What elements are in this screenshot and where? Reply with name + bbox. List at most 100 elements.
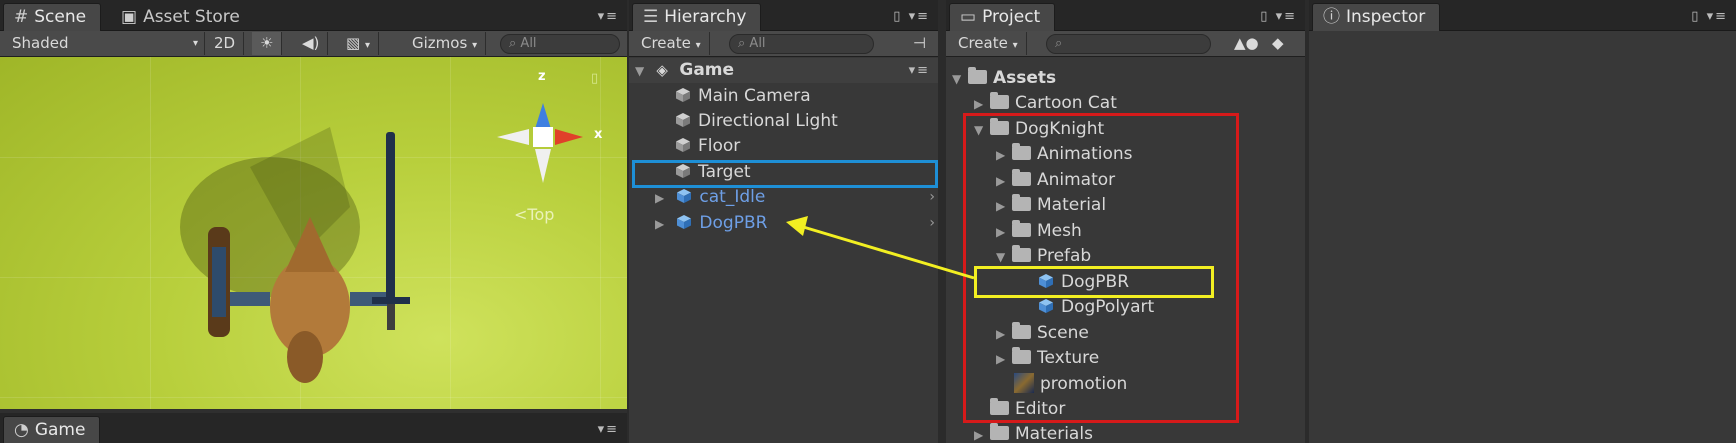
inspector-panel: ⓘ Inspector ▯ ▾≡ xyxy=(1309,0,1736,443)
search-icon: ⌕ xyxy=(738,36,746,51)
z-axis-label: z xyxy=(538,69,546,84)
project-tabbar: ▭ Project ▯ ▾≡ xyxy=(946,0,1305,31)
hierarchy-options-icon: ⊣ xyxy=(912,34,926,52)
shading-mode-dropdown[interactable]: Shaded ▾ xyxy=(4,32,205,55)
character-tail xyxy=(287,331,323,383)
gizmos-dropdown[interactable]: Gizmos ▾ xyxy=(404,32,487,55)
image-icon: ▧ xyxy=(346,34,361,52)
chevron-right-icon[interactable]: › xyxy=(929,185,935,210)
shield-band xyxy=(212,247,226,317)
hierarchy-toolbar: Create ▾ ⌕ All ⊣ xyxy=(629,31,938,57)
hierarchy-item-floor[interactable]: Floor xyxy=(675,134,740,159)
hierarchy-panel: ☰ Hierarchy ▯ ▾≡ Create ▾ ⌕ All ⊣ ▼ ◈ Gam… xyxy=(629,0,938,443)
scene-tabbar: # Scene ▣ Asset Store ▾≡ xyxy=(0,0,627,31)
neg-x-axis-cone[interactable] xyxy=(497,129,529,145)
create-dropdown[interactable]: Create ▾ xyxy=(950,32,1027,55)
scene-panel: # Scene ▣ Asset Store ▾≡ Shaded ▾ 2D ☀ ◀) … xyxy=(0,0,627,443)
panel-menu-icon[interactable]: ▾≡ xyxy=(598,422,619,437)
scene-viewport[interactable]: z x ▯ <Top xyxy=(0,57,627,409)
z-axis-cone[interactable] xyxy=(535,103,551,129)
gameobject-cube-icon xyxy=(676,138,690,152)
x-axis-cone[interactable] xyxy=(555,129,583,145)
search-icon: ⌕ xyxy=(509,36,517,51)
tab-hierarchy[interactable]: ☰ Hierarchy xyxy=(632,3,762,31)
game-tabbar: ◔ Game ▾≡ xyxy=(0,413,627,443)
expand-arrow-icon[interactable]: ▶ xyxy=(655,186,671,211)
grid-icon: # xyxy=(14,7,29,27)
prefab-cube-icon xyxy=(677,189,692,203)
inspector-tabbar: ⓘ Inspector ▯ ▾≡ xyxy=(1309,0,1736,31)
pacman-icon: ◔ xyxy=(14,420,29,440)
shapes-icon: ▲● xyxy=(1234,34,1259,52)
lock-menu-icon[interactable]: ▯ ▾≡ xyxy=(893,9,930,24)
left-arm xyxy=(230,292,270,306)
unity-logo-icon: ◈ xyxy=(656,61,668,79)
folder-icon xyxy=(990,423,1009,440)
filter-by-label-button[interactable]: ◆ xyxy=(1264,32,1292,55)
chevron-right-icon[interactable]: › xyxy=(929,211,935,236)
project-item-assets[interactable]: ▼ Assets xyxy=(952,66,1056,91)
sun-icon: ☀ xyxy=(260,34,274,52)
tab-asset-store[interactable]: ▣ Asset Store xyxy=(110,3,255,31)
tab-game[interactable]: ◔ Game xyxy=(3,416,101,443)
filter-by-type-button[interactable]: ▲● xyxy=(1226,32,1267,55)
scene-search-input[interactable]: ⌕ All xyxy=(500,34,620,54)
hierarchy-item-cat-idle[interactable]: ▶ cat_Idle › xyxy=(655,185,935,210)
store-bag-icon: ▣ xyxy=(121,7,138,27)
search-icon: ⌕ xyxy=(1055,36,1063,51)
lighting-toggle[interactable]: ☀ xyxy=(252,32,283,55)
dropdown-arrow-icon: ▾ xyxy=(192,38,198,49)
gameobject-cube-icon xyxy=(676,113,690,127)
expand-arrow-icon[interactable]: ▼ xyxy=(952,67,968,92)
dropdown-arrow-icon: ▾ xyxy=(1012,40,1018,51)
scene-root-row[interactable]: ▼ ◈ Game ▾≡ xyxy=(629,58,938,83)
project-search-input[interactable]: ⌕ xyxy=(1046,34,1211,54)
effects-toggle[interactable]: ▧ ▾ xyxy=(338,32,379,55)
scene-menu-icon[interactable]: ▾≡ xyxy=(909,58,930,83)
lock-icon[interactable]: ▯ xyxy=(591,71,598,86)
expand-arrow-icon[interactable]: ▶ xyxy=(974,423,990,443)
project-panel: ▭ Project ▯ ▾≡ Create ▾ ⌕ ▲● ◆ ▼ Assets ▶ C… xyxy=(946,0,1305,443)
audio-toggle[interactable]: ◀) xyxy=(294,32,329,55)
prefab-cube-icon xyxy=(677,215,692,229)
lock-menu-icon[interactable]: ▯ ▾≡ xyxy=(1691,9,1728,24)
x-axis-label: x xyxy=(594,127,603,142)
dogpbr-prefab-highlight-box xyxy=(974,266,1214,298)
tag-icon: ◆ xyxy=(1272,34,1284,52)
expand-arrow-icon[interactable]: ▶ xyxy=(655,212,671,237)
hierarchy-item-main-camera[interactable]: Main Camera xyxy=(675,84,811,109)
lock-menu-icon[interactable]: ▯ ▾≡ xyxy=(1260,9,1297,24)
hierarchy-search-input[interactable]: ⌕ All xyxy=(729,34,874,54)
dropdown-arrow-icon: ▾ xyxy=(695,40,701,51)
info-icon: ⓘ xyxy=(1323,7,1340,27)
scene-toolbar: Shaded ▾ 2D ☀ ◀) ▧ ▾ Gizmos ▾ ⌕ All xyxy=(0,31,627,57)
sword-blade xyxy=(386,132,395,302)
project-item-materials[interactable]: ▶ Materials xyxy=(974,422,1093,443)
dropdown-arrow-icon: ▾ xyxy=(472,40,478,51)
neg-z-axis-cone[interactable] xyxy=(535,149,551,183)
sword-handle xyxy=(387,304,395,330)
hierarchy-item-directional-light[interactable]: Directional Light xyxy=(675,109,838,134)
folder-icon: ▭ xyxy=(960,7,977,27)
hierarchy-item-dogpbr[interactable]: ▶ DogPBR › xyxy=(655,211,935,236)
panel-menu-icon[interactable]: ▾≡ xyxy=(598,9,619,24)
project-toolbar: Create ▾ ⌕ ▲● ◆ xyxy=(946,31,1305,57)
hierarchy-options-button[interactable]: ⊣ xyxy=(905,32,934,55)
tab-inspector[interactable]: ⓘ Inspector xyxy=(1312,3,1441,31)
create-dropdown[interactable]: Create ▾ xyxy=(633,32,710,55)
folder-icon xyxy=(968,67,987,84)
mode-2d-toggle[interactable]: 2D xyxy=(206,32,245,55)
expand-arrow-icon[interactable]: ▼ xyxy=(635,59,651,84)
folder-icon xyxy=(990,92,1009,109)
list-icon: ☰ xyxy=(643,7,659,27)
gameobject-cube-icon xyxy=(676,88,690,102)
gizmo-center[interactable] xyxy=(533,127,553,147)
sword-guard xyxy=(372,297,410,304)
chevron-left-icon: < xyxy=(514,205,528,224)
target-highlight-box xyxy=(632,160,938,188)
tab-project[interactable]: ▭ Project xyxy=(949,3,1056,31)
view-label[interactable]: <Top xyxy=(514,205,554,224)
dropdown-arrow-icon: ▾ xyxy=(364,40,370,51)
tab-scene[interactable]: # Scene xyxy=(3,3,102,31)
speaker-icon: ◀) xyxy=(302,34,320,52)
